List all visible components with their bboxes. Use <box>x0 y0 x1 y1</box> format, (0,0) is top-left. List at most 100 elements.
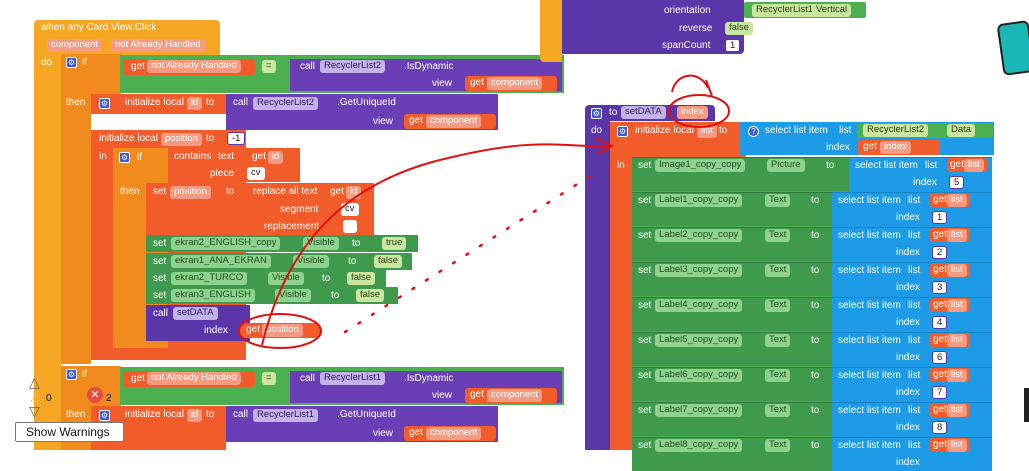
param-not-already-handled[interactable]: not Already Handled <box>111 39 205 52</box>
recycler-dropdown[interactable]: RecyclerList2 <box>863 124 929 137</box>
param-component[interactable]: component <box>47 39 103 52</box>
property-dropdown[interactable]: Text <box>765 404 791 417</box>
recycler-dropdown[interactable]: RecyclerList1 <box>320 372 386 385</box>
proc-name[interactable]: setDATA <box>621 106 666 119</box>
create-recycler-block[interactable] <box>562 0 744 54</box>
boolean-value[interactable]: true <box>382 237 407 250</box>
var-list[interactable]: list <box>697 125 717 138</box>
trash-can-icon[interactable] <box>996 20 1029 76</box>
boolean-value[interactable]: false <box>374 255 403 268</box>
property-dropdown[interactable]: Text <box>765 264 791 277</box>
property-dropdown[interactable]: Text <box>765 369 791 382</box>
reverse-value[interactable]: false <box>725 22 754 35</box>
text-cv[interactable]: cv <box>341 203 359 216</box>
mutator-gear-icon[interactable]: ⚙ <box>617 126 628 137</box>
number-value[interactable]: -1 <box>227 132 246 145</box>
var-id[interactable]: id <box>187 97 203 110</box>
var-id[interactable]: id <box>187 409 203 422</box>
proc-dropdown[interactable]: setDATA <box>173 307 218 320</box>
var-position[interactable]: position <box>161 133 202 146</box>
equals-operator[interactable]: = <box>262 60 276 73</box>
var-id[interactable]: id <box>346 186 362 199</box>
zoom-control-icon[interactable] <box>1024 388 1029 422</box>
component-dropdown[interactable]: Label6_copy_copy <box>655 369 743 382</box>
mutator-gear-icon[interactable]: ⚙ <box>66 57 77 68</box>
property-dropdown[interactable]: Visible <box>303 237 339 250</box>
index-number[interactable]: 4 <box>932 316 948 329</box>
var-list[interactable]: list <box>947 439 967 452</box>
mutator-gear-icon[interactable]: ⚙ <box>66 369 77 380</box>
index-number[interactable]: 8 <box>932 421 948 434</box>
var-list[interactable]: list <box>947 264 967 277</box>
property-dropdown[interactable]: Visible <box>293 255 329 268</box>
component-dropdown[interactable]: Label1_copy_copy <box>655 194 743 207</box>
var-id[interactable]: id <box>268 151 284 164</box>
component-dropdown[interactable]: ekran1_ANA_EKRAN <box>171 255 271 268</box>
component-dropdown[interactable]: Label7_copy_copy <box>655 404 743 417</box>
equals-operator[interactable]: = <box>262 372 276 385</box>
var-component[interactable]: component <box>426 427 482 440</box>
component-dropdown[interactable]: Label8_copy_copy <box>655 439 743 452</box>
get-label: get <box>131 61 145 72</box>
component-dropdown[interactable]: Image1_copy_copy <box>655 159 746 172</box>
spancount-value[interactable]: 1 <box>725 39 741 52</box>
var-list[interactable]: list <box>947 299 967 312</box>
orientation-dropdown[interactable]: Vertical <box>812 4 852 17</box>
help-icon[interactable]: ? <box>748 126 759 137</box>
component-dropdown[interactable]: Label4_copy_copy <box>655 299 743 312</box>
var-list[interactable]: list <box>947 334 967 347</box>
text-cv[interactable]: cv <box>247 167 265 180</box>
var-list[interactable]: list <box>947 229 967 242</box>
select-label: select list item <box>855 160 918 171</box>
recycler-dropdown[interactable]: RecyclerList1 <box>253 409 319 422</box>
orientation-component[interactable]: RecyclerList1 <box>752 4 818 17</box>
index-number[interactable]: 6 <box>932 351 948 364</box>
recycler-dropdown[interactable]: RecyclerList2 <box>253 97 319 110</box>
var-not-already-handled[interactable]: not Already Handled <box>147 60 241 73</box>
boolean-value[interactable]: false <box>347 272 376 285</box>
component-dropdown[interactable]: Label3_copy_copy <box>655 264 743 277</box>
param-index[interactable]: index <box>677 106 708 119</box>
index-number[interactable]: 7 <box>932 386 948 399</box>
property-data[interactable]: Data <box>947 124 976 137</box>
index-number[interactable]: 2 <box>932 246 948 259</box>
property-dropdown[interactable]: Visible <box>268 272 304 285</box>
index-number[interactable]: 3 <box>932 281 948 294</box>
var-component[interactable]: component <box>487 389 543 402</box>
warning-up-icon[interactable]: △ <box>29 374 40 391</box>
var-list[interactable]: list <box>964 159 984 172</box>
var-not-already-handled[interactable]: not Already Handled <box>147 372 241 385</box>
var-list[interactable]: list <box>947 194 967 207</box>
var-index[interactable]: index <box>880 141 911 154</box>
event-header: when any Card View.Click <box>41 22 157 33</box>
mutator-gear-icon[interactable]: ⚙ <box>591 108 602 119</box>
var-component[interactable]: component <box>426 115 482 128</box>
property-dropdown[interactable]: Text <box>765 299 791 312</box>
var-position[interactable]: position <box>262 324 303 337</box>
property-dropdown[interactable]: Visible <box>275 289 311 302</box>
var-position[interactable]: position <box>170 186 211 199</box>
index-number[interactable]: 5 <box>949 176 965 189</box>
property-dropdown[interactable]: Text <box>765 439 791 452</box>
mutator-gear-icon[interactable]: ⚙ <box>99 98 110 109</box>
property-dropdown[interactable]: Picture <box>767 159 805 172</box>
text-empty[interactable] <box>343 220 357 233</box>
warning-down-icon[interactable]: ▽ <box>29 403 40 420</box>
component-dropdown[interactable]: Label2_copy_copy <box>655 229 743 242</box>
property-dropdown[interactable]: Text <box>765 194 791 207</box>
var-component[interactable]: component <box>487 77 543 90</box>
boolean-value[interactable]: false <box>356 289 385 302</box>
var-list[interactable]: list <box>947 369 967 382</box>
index-number[interactable]: 1 <box>932 211 948 224</box>
show-warnings-button[interactable]: Show Warnings <box>15 422 124 442</box>
property-dropdown[interactable]: Text <box>765 229 791 242</box>
component-dropdown[interactable]: ekran2_ENGLISH_copy <box>171 237 281 250</box>
component-dropdown[interactable]: ekran2_TURCO <box>171 272 248 285</box>
component-dropdown[interactable]: ekran3_ENGLISH <box>171 289 256 302</box>
mutator-gear-icon[interactable]: ⚙ <box>119 152 130 163</box>
property-dropdown[interactable]: Text <box>765 334 791 347</box>
recycler-dropdown[interactable]: RecyclerList2 <box>320 60 386 73</box>
mutator-gear-icon[interactable]: ⚙ <box>99 410 110 421</box>
var-list[interactable]: list <box>947 404 967 417</box>
component-dropdown[interactable]: Label5_copy_copy <box>655 334 743 347</box>
